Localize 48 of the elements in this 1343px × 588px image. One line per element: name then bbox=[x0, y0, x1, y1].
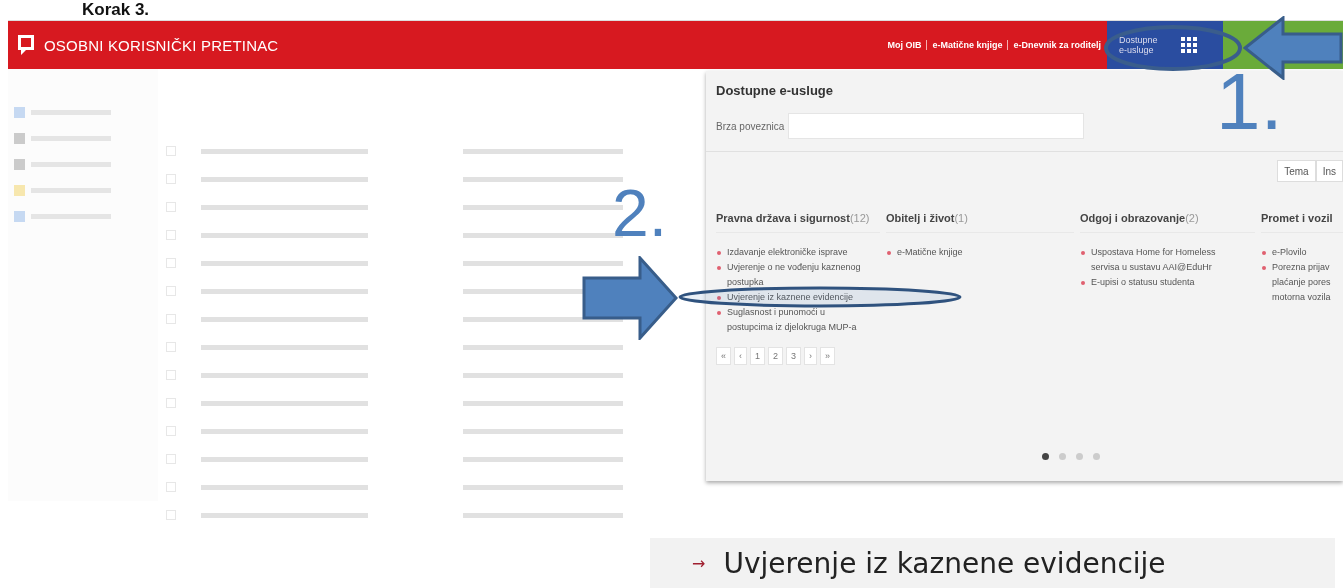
carousel-dot[interactable] bbox=[1042, 453, 1049, 460]
view-tab[interactable]: Ins bbox=[1315, 160, 1343, 182]
service-link[interactable]: Porezna prijav plaćanje pores motorna vozila bbox=[1272, 260, 1331, 305]
bullet-icon bbox=[1080, 280, 1086, 286]
service-link[interactable]: Uvjerenje o ne vođenju kaznenog postupka bbox=[727, 260, 861, 290]
service-link[interactable]: Izdavanje elektroničke isprave bbox=[727, 245, 848, 260]
arrow-marker: → bbox=[692, 553, 706, 573]
header-link[interactable]: e-Dnevnik za roditelj bbox=[1007, 40, 1101, 50]
service-link[interactable]: E-upisi o statusu studenta bbox=[1091, 275, 1195, 290]
bullet-icon bbox=[716, 250, 722, 256]
bullet-icon bbox=[1261, 250, 1267, 256]
pager-button[interactable]: 2 bbox=[768, 347, 784, 365]
step-heading: Korak 3. bbox=[82, 0, 150, 19]
bullet-icon bbox=[716, 295, 722, 301]
carousel-dot[interactable] bbox=[1093, 453, 1100, 460]
carousel-dot[interactable] bbox=[1076, 453, 1083, 460]
view-tab[interactable]: Tema bbox=[1277, 160, 1316, 182]
right-arrow-icon bbox=[582, 256, 678, 340]
header-link[interactable]: Moj OIB bbox=[887, 40, 922, 50]
pager-button[interactable]: › bbox=[804, 347, 818, 365]
speech-bubble-icon bbox=[16, 33, 36, 57]
pager-button[interactable]: 3 bbox=[786, 347, 802, 365]
bullet-icon bbox=[716, 265, 722, 271]
app-title: OSOBNI KORISNIČKI PRETINAC bbox=[44, 36, 279, 54]
panel-title: Dostupne e-usluge bbox=[716, 83, 833, 98]
step-number: 2. bbox=[612, 180, 668, 246]
category-title[interactable]: Pravna država i sigurnost(12) bbox=[716, 212, 880, 233]
header-link[interactable]: e-Matične knjige bbox=[926, 40, 1003, 50]
bullet-icon bbox=[886, 250, 892, 256]
quick-link-field[interactable] bbox=[788, 113, 1085, 139]
quick-link-label: Brza poveznica bbox=[716, 120, 785, 132]
pager-button[interactable]: 1 bbox=[750, 347, 766, 365]
pager-button[interactable]: « bbox=[716, 347, 731, 365]
pager-button[interactable]: ‹ bbox=[734, 347, 747, 365]
service-link[interactable]: e-Matične knjige bbox=[897, 245, 963, 260]
service-link[interactable]: Uspostava Home for Homeless servisa u sustavu AAI@EduHr bbox=[1091, 245, 1216, 275]
category-title[interactable]: Odgoj i obrazovanje(2) bbox=[1080, 212, 1255, 233]
service-link[interactable]: e-Plovilo bbox=[1272, 245, 1307, 260]
category-title[interactable]: Obitelj i život(1) bbox=[886, 212, 1074, 233]
grid-icon bbox=[1181, 37, 1197, 53]
bullet-icon bbox=[1261, 265, 1267, 271]
bullet-icon bbox=[716, 310, 722, 316]
bullet-icon bbox=[1080, 250, 1086, 256]
pager-button[interactable]: » bbox=[820, 347, 836, 365]
category-title[interactable]: Promet i vozil bbox=[1261, 212, 1343, 233]
zoomed-link-text: Uvjerenje iz kaznene evidencije bbox=[723, 546, 1166, 580]
carousel-dot[interactable] bbox=[1059, 453, 1066, 460]
service-link[interactable]: Suglasnost i punomoći u postupcima iz djelokruga MUP-a bbox=[727, 305, 857, 335]
